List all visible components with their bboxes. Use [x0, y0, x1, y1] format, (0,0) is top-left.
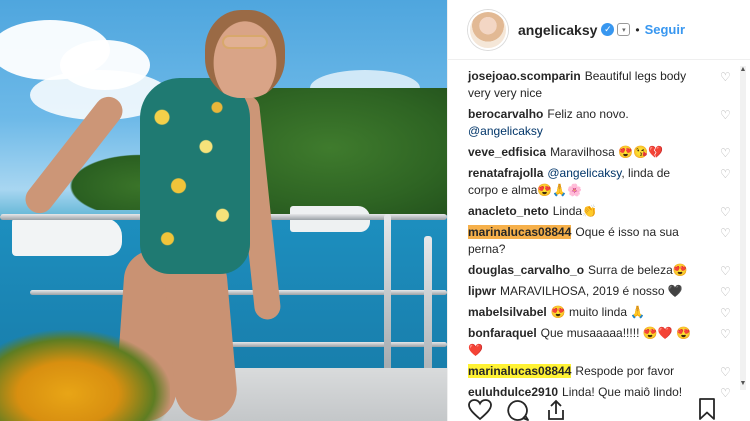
comments-scrollbar[interactable] [740, 66, 746, 390]
comment-bubble-icon[interactable] [506, 399, 530, 421]
comment-item: josejoao.scomparin Beautiful legs body ve… [468, 68, 738, 102]
comment-item: berocarvalho Feliz ano novo. @angelicaksy… [468, 106, 738, 140]
comment-text: Linda👏 [552, 204, 598, 218]
comment-username[interactable]: mabelsilvabel [468, 305, 547, 319]
comment-username[interactable]: euluhdulce2910 [468, 385, 558, 399]
avatar[interactable] [468, 9, 508, 50]
floral-swimsuit [140, 78, 250, 274]
heart-icon[interactable]: ♡ [720, 286, 732, 298]
comment-username[interactable]: lipwr [468, 284, 496, 298]
heart-icon[interactable]: ♡ [720, 71, 732, 83]
bookmark-icon[interactable] [695, 398, 719, 420]
comment-text: Feliz ano novo. [547, 107, 629, 121]
username-link[interactable]: angelicaksy [518, 22, 597, 38]
comment-item: marinalucas08844 Respode por favor ♡ [468, 363, 738, 380]
chevron-down-icon[interactable]: ▾ [617, 23, 631, 36]
post-actions [468, 398, 750, 421]
heart-icon[interactable]: ♡ [720, 265, 732, 277]
share-icon[interactable] [544, 399, 568, 421]
mention-link[interactable]: @angelicaksy [468, 124, 543, 138]
comment-item: lipwr MARAVILHOSA, 2019 é nosso 🖤 ♡ [468, 283, 738, 300]
heart-icon[interactable]: ♡ [720, 109, 732, 121]
heart-outline-icon[interactable] [468, 398, 492, 421]
boat-railing [210, 342, 447, 347]
heart-icon[interactable]: ♡ [720, 366, 732, 378]
heart-icon[interactable]: ♡ [720, 328, 732, 340]
comment-item: renatafrajolla @angelicaksy, linda de cor… [468, 165, 738, 199]
flower-plant [0, 330, 170, 421]
post-photo[interactable] [0, 0, 447, 421]
comment-text: Surra de beleza😍 [588, 263, 688, 277]
comment-text: Linda! Que maiô lindo! [562, 385, 683, 399]
post-header: angelicaksy ✓ ▾ • Seguir [448, 0, 750, 60]
comment-list: josejoao.scomparin Beautiful legs body ve… [468, 68, 738, 405]
comment-text: 😍 muito linda 🙏 [550, 305, 646, 319]
mention-link[interactable]: @angelicaksy [547, 166, 621, 180]
heart-icon[interactable]: ♡ [720, 307, 732, 319]
comment-username[interactable]: renatafrajolla [468, 166, 543, 180]
heart-icon[interactable]: ♡ [720, 168, 732, 180]
sunglasses [222, 35, 268, 49]
comment-text: Respode por favor [575, 364, 675, 378]
follow-button[interactable]: Seguir [645, 22, 685, 37]
comment-item: veve_edfisica Maravilhosa 😍😘💔 ♡ [468, 144, 738, 161]
comment-username[interactable]: bonfaraquel [468, 326, 537, 340]
heart-icon[interactable]: ♡ [720, 227, 732, 239]
comment-item: mabelsilvabel 😍 muito linda 🙏 ♡ [468, 304, 738, 321]
comment-item: douglas_carvalho_o Surra de beleza😍 ♡ [468, 262, 738, 279]
comment-item: anacleto_neto Linda👏 ♡ [468, 203, 738, 220]
scroll-down-arrow-icon[interactable]: ▼ [738, 380, 748, 388]
boat-railing-post [384, 214, 391, 394]
comment-username[interactable]: anacleto_neto [468, 204, 549, 218]
scroll-up-arrow-icon[interactable]: ▲ [738, 66, 748, 74]
heart-icon[interactable]: ♡ [720, 147, 732, 159]
head [205, 10, 285, 98]
comment-item: marinalucas08844 Oque é isso na sua perna… [468, 224, 738, 258]
verified-badge-icon: ✓ [601, 23, 615, 36]
comment-username[interactable]: josejoao.scomparin [468, 69, 581, 83]
separator-dot: • [635, 22, 640, 37]
comment-username[interactable]: berocarvalho [468, 107, 543, 121]
comment-username[interactable]: veve_edfisica [468, 145, 546, 159]
comment-username[interactable]: marinalucas08844 [468, 225, 572, 239]
heart-icon[interactable]: ♡ [720, 206, 732, 218]
boat [12, 218, 122, 256]
comment-text: Maravilhosa 😍😘💔 [550, 145, 663, 159]
comment-item: bonfaraquel Que musaaaaa!!!!! 😍❤️ 😍❤️ ♡ [468, 325, 738, 359]
comment-username[interactable]: marinalucas08844 [468, 364, 572, 378]
comment-text: MARAVILHOSA, 2019 é nosso 🖤 [500, 284, 683, 298]
comment-username[interactable]: douglas_carvalho_o [468, 263, 584, 277]
post-side-panel: angelicaksy ✓ ▾ • Seguir josejoao.scompa… [447, 0, 750, 421]
